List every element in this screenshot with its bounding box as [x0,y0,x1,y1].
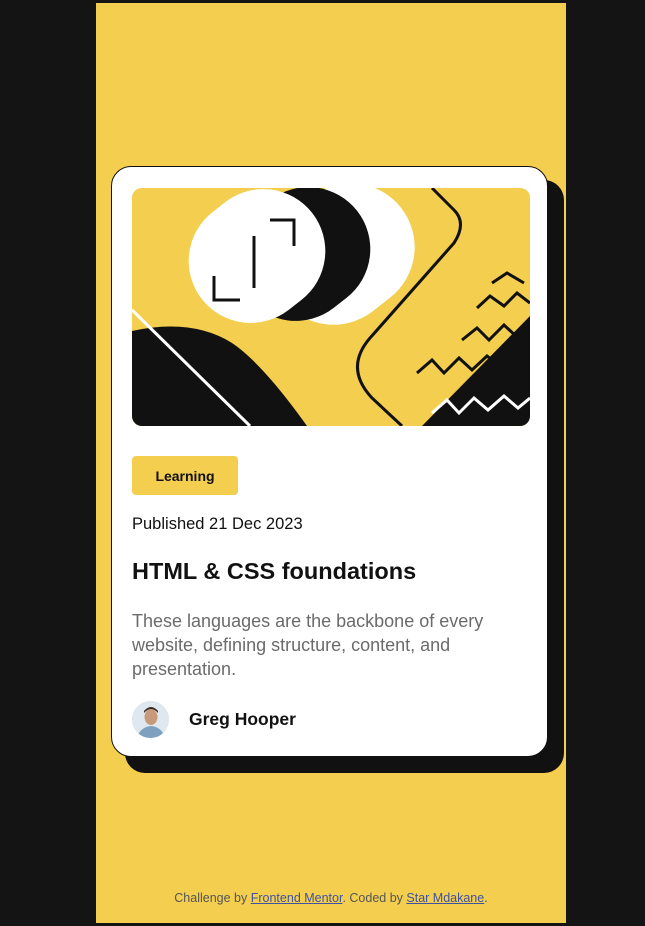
category-tag: Learning [132,456,238,495]
avatar-image-icon [132,701,169,738]
attribution-middle: . Coded by [342,891,407,905]
frontend-mentor-link[interactable]: Frontend Mentor [251,891,343,905]
attribution-suffix: . [484,891,488,905]
page-viewport: Learning Published 21 Dec 2023 HTML & CS… [96,3,566,923]
attribution: Challenge by Frontend Mentor. Coded by S… [156,890,506,906]
author-link[interactable]: Star Mdakane [406,891,484,905]
avatar [132,701,169,738]
illustration-image [132,188,530,426]
article-description: These languages are the backbone of ever… [132,611,484,679]
author-name: Greg Hooper [189,709,296,729]
attribution-prefix: Challenge by [174,891,251,905]
blog-preview-card: Learning Published 21 Dec 2023 HTML & CS… [111,166,548,757]
published-date: Published 21 Dec 2023 [132,515,303,533]
author: Greg Hooper [132,701,296,738]
article-title[interactable]: HTML & CSS foundations [132,558,416,585]
